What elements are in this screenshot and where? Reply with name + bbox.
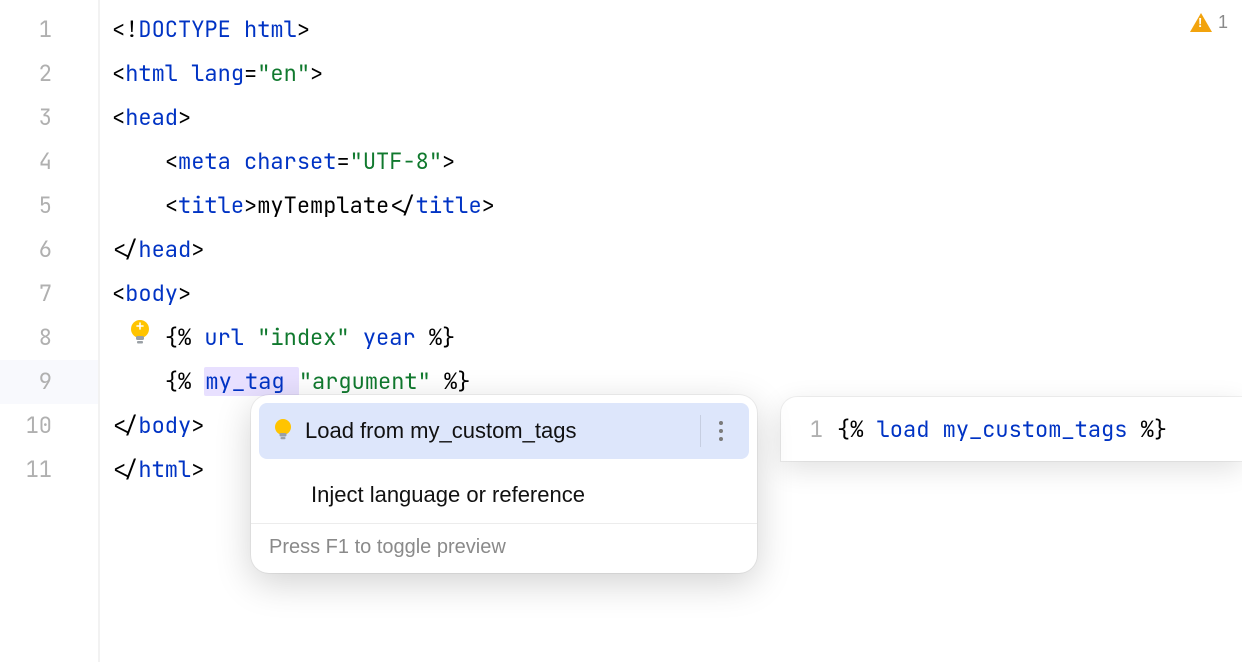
code-line[interactable]: <head> — [100, 96, 1242, 140]
line-number: 10 — [0, 404, 98, 448]
code-line[interactable]: <body> — [100, 272, 1242, 316]
line-number: 11 — [0, 448, 98, 492]
intention-popup: Load from my_custom_tags Inject language… — [251, 395, 757, 573]
line-number: 9 — [0, 360, 98, 404]
code-line[interactable]: <title>myTemplate</title> — [100, 184, 1242, 228]
line-number: 6 — [0, 228, 98, 272]
vertical-dots-icon — [719, 421, 723, 441]
code-line[interactable]: {% url "index" year %} — [100, 316, 1242, 360]
line-number: 3 — [0, 96, 98, 140]
intention-item-inject-language[interactable]: Inject language or reference — [251, 467, 757, 523]
line-number: 5 — [0, 184, 98, 228]
intention-item-label: Load from my_custom_tags — [299, 418, 700, 444]
code-line[interactable]: <!DOCTYPE html> — [100, 8, 1242, 52]
code-line[interactable]: <html lang="en"> — [100, 52, 1242, 96]
line-number: 1 — [0, 8, 98, 52]
warning-count: 1 — [1218, 12, 1228, 33]
intention-item-label: Inject language or reference — [305, 482, 741, 508]
lightbulb-icon — [267, 418, 299, 444]
code-editor[interactable]: 1 2 3 4 5 6 7 8 9 10 11 <!DOCTYPE html> … — [0, 0, 1242, 662]
intention-bulb-icon[interactable] — [127, 318, 153, 348]
code-line[interactable]: <meta charset="UTF-8"> — [100, 140, 1242, 184]
intention-item-load-custom-tags[interactable]: Load from my_custom_tags — [259, 403, 749, 459]
inspection-warning-badge[interactable]: 1 — [1190, 12, 1228, 33]
line-number: 8 — [0, 316, 98, 360]
gutter: 1 2 3 4 5 6 7 8 9 10 11 — [0, 0, 100, 662]
intention-item-more-button[interactable] — [700, 415, 741, 447]
code-line[interactable]: </head> — [100, 228, 1242, 272]
line-number: 4 — [0, 140, 98, 184]
line-number: 7 — [0, 272, 98, 316]
preview-line-number: 1 — [781, 415, 837, 444]
preview-code: {% load my_custom_tags %} — [837, 415, 1167, 444]
intention-preview-panel: 1 {% load my_custom_tags %} — [781, 397, 1242, 461]
popup-hint: Press F1 to toggle preview — [251, 524, 757, 573]
warning-icon — [1190, 13, 1212, 32]
line-number: 2 — [0, 52, 98, 96]
